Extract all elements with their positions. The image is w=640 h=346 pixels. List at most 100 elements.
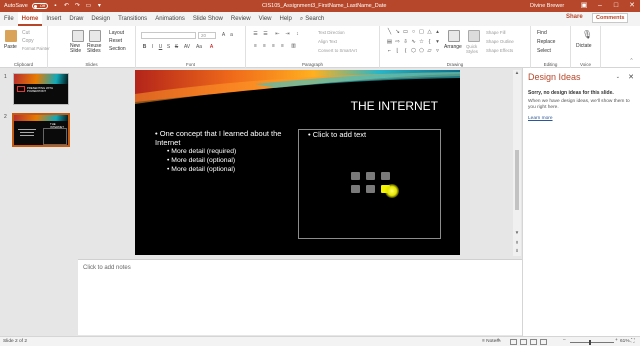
decrease-font-icon[interactable]: a <box>228 32 235 39</box>
line-spacing-icon[interactable]: ↕ <box>294 31 301 38</box>
scroll-shapes-icon[interactable]: ▾ <box>434 39 441 48</box>
zoom-out-icon[interactable]: – <box>563 338 566 343</box>
tab-transitions[interactable]: Transitions <box>114 12 151 26</box>
slide-title[interactable]: THE INTERNET <box>351 99 438 113</box>
replace-button[interactable]: Replace <box>537 39 555 45</box>
pane-options-icon[interactable]: ⌄ <box>616 74 620 80</box>
convert-smartart-button[interactable]: Convert to SmartArt <box>318 48 357 53</box>
new-slide-icon[interactable] <box>72 30 84 42</box>
save-icon[interactable]: ▪ <box>52 3 59 10</box>
redo-icon[interactable]: ↷ <box>74 3 81 10</box>
reading-view-icon[interactable] <box>530 338 537 345</box>
align-right-icon[interactable]: ≡ <box>270 43 277 50</box>
tab-review[interactable]: Review <box>227 12 255 26</box>
slide-vertical-scrollbar[interactable]: ▲ ▼ ⇞ ⇟ <box>513 70 521 256</box>
tab-help[interactable]: Help <box>276 12 296 26</box>
font-size-dropdown[interactable]: 20 <box>198 32 216 39</box>
cut-button[interactable]: Cut <box>22 30 30 36</box>
tab-insert[interactable]: Insert <box>42 12 65 26</box>
arrange-button[interactable]: Arrange <box>444 44 462 50</box>
maximize-icon[interactable]: □ <box>608 0 624 12</box>
brace-shape-icon[interactable]: { <box>426 39 433 48</box>
section-button[interactable]: Section <box>109 46 126 52</box>
tab-home[interactable]: Home <box>17 12 43 26</box>
columns-icon[interactable]: ▥ <box>290 43 297 50</box>
tab-animations[interactable]: Animations <box>151 12 189 26</box>
user-name[interactable]: Divine Brewer <box>530 3 564 9</box>
more-shapes-icon[interactable]: ▴ <box>434 29 441 38</box>
copy-button[interactable]: Copy <box>22 38 34 44</box>
share-button[interactable]: Share <box>566 14 583 20</box>
right-arrow-shape-icon[interactable]: ⇨ <box>394 39 401 48</box>
callout-shape-icon[interactable]: ▱ <box>426 48 433 57</box>
shape-effects-button[interactable]: Shape Effects <box>486 48 513 53</box>
current-slide[interactable]: THE INTERNET • One concept that I learne… <box>135 70 460 255</box>
quick-styles-icon[interactable] <box>468 30 480 42</box>
slide-sorter-view-icon[interactable] <box>520 338 527 345</box>
star-shape-icon[interactable]: ☆ <box>418 39 425 48</box>
arrange-icon[interactable] <box>448 30 460 42</box>
close-pane-icon[interactable]: ✕ <box>628 73 634 81</box>
search-box[interactable]: ⌕ Search <box>300 16 324 23</box>
triangle-shape-icon[interactable]: △ <box>426 29 433 38</box>
slide-thumbnail-1[interactable]: PRESENTING WITH POWERPOINT <box>13 73 69 105</box>
elbow-shape-icon[interactable]: ⌊ <box>394 48 401 57</box>
justify-icon[interactable]: ≡ <box>279 43 286 50</box>
microphone-icon[interactable]: 🎙 <box>582 31 592 39</box>
normal-view-icon[interactable] <box>510 338 517 345</box>
reuse-slides-icon[interactable] <box>89 30 101 42</box>
select-button[interactable]: Select <box>537 48 551 54</box>
reset-button[interactable]: Reset <box>109 38 122 44</box>
font-color-icon[interactable]: A <box>208 44 215 51</box>
comments-button[interactable]: Comments <box>592 13 629 23</box>
content-placeholder-left[interactable]: • One concept that I learned about the I… <box>155 129 295 174</box>
insert-table-icon[interactable] <box>351 172 360 180</box>
text-direction-button[interactable]: Text Direction <box>318 30 345 35</box>
line-shape-icon[interactable]: ╲ <box>386 29 393 38</box>
content-placeholder-right[interactable]: • Click to add text <box>298 129 441 239</box>
align-text-button[interactable]: Align Text <box>318 39 337 44</box>
comments-status-icon[interactable]: ✎ <box>497 339 501 344</box>
bold-button[interactable]: B <box>141 44 148 51</box>
tab-view[interactable]: View <box>255 12 276 26</box>
tab-file[interactable]: File <box>0 12 18 26</box>
curve-shape-icon[interactable]: ∿ <box>410 39 417 48</box>
new-slide-button[interactable]: New Slide <box>70 44 86 54</box>
ribbon-display-options-icon[interactable]: ▣ <box>576 0 592 12</box>
bullets-icon[interactable]: ☰ <box>252 31 259 38</box>
insert-chart-icon[interactable] <box>366 172 375 180</box>
decrease-indent-icon[interactable]: ⇤ <box>274 31 281 38</box>
down-arrow-shape-icon[interactable]: ⇩ <box>402 39 409 48</box>
paste-icon[interactable] <box>5 30 17 42</box>
dictate-button[interactable]: Dictate <box>576 43 592 49</box>
italic-button[interactable]: I <box>149 44 156 51</box>
start-from-beginning-icon[interactable]: ▭ <box>85 3 92 10</box>
increase-indent-icon[interactable]: ⇥ <box>284 31 291 38</box>
insert-smartart-icon[interactable] <box>381 172 390 180</box>
font-name-dropdown[interactable] <box>141 32 196 39</box>
tab-slide-show[interactable]: Slide Show <box>189 12 227 26</box>
connector-shape-icon[interactable]: ⌐ <box>386 48 393 57</box>
underline-button[interactable]: U <box>157 44 164 51</box>
textbox-shape-icon[interactable]: ▤ <box>386 39 393 48</box>
expand-shapes-icon[interactable]: ▿ <box>434 48 441 57</box>
notes-placeholder[interactable]: Click to add notes <box>83 265 131 271</box>
reuse-slides-button[interactable]: Reuse Slides <box>87 44 103 54</box>
slide-thumbnail-2[interactable]: THE INTERNET <box>12 113 70 147</box>
learn-more-link[interactable]: Learn more <box>528 116 553 121</box>
oval-shape-icon[interactable]: ○ <box>410 29 417 38</box>
bracket-shape-icon[interactable]: ( <box>402 48 409 57</box>
shadow-button[interactable]: S <box>165 44 172 51</box>
insert-picture-icon[interactable] <box>351 185 360 193</box>
increase-font-icon[interactable]: A <box>220 32 227 39</box>
format-painter-button[interactable]: Format Painter <box>22 46 50 51</box>
numbering-icon[interactable]: ☰ <box>262 31 269 38</box>
customize-toolbar-icon[interactable]: ▾ <box>96 3 103 10</box>
scrollbar-thumb[interactable] <box>515 150 519 210</box>
paste-button[interactable]: Paste <box>4 44 17 50</box>
align-center-icon[interactable]: ≡ <box>261 43 268 50</box>
scroll-down-icon[interactable]: ▼ <box>513 230 521 235</box>
slide-show-view-icon[interactable] <box>540 338 547 345</box>
collapse-ribbon-icon[interactable]: ⌃ <box>628 58 635 65</box>
pentagon-shape-icon[interactable]: ⬠ <box>418 48 425 57</box>
